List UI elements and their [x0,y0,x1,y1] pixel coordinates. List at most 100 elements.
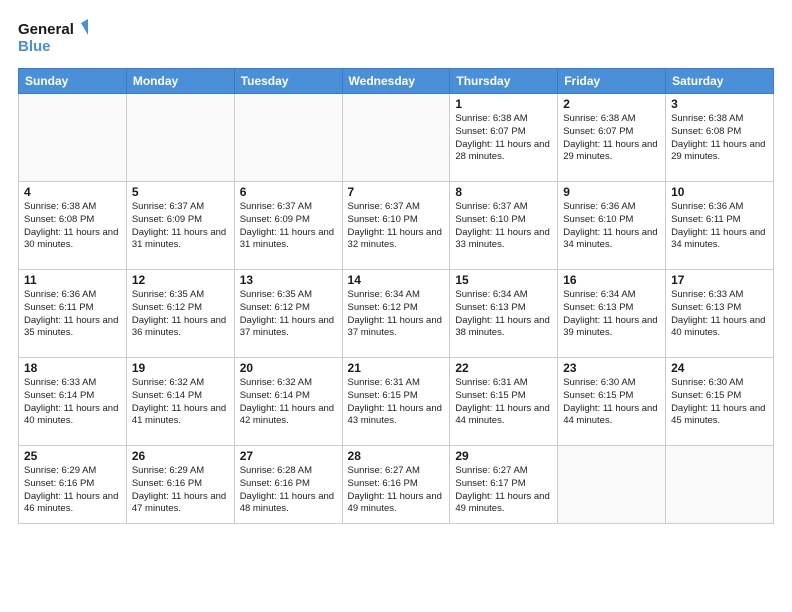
day-number: 23 [563,361,660,375]
day-number: 26 [132,449,229,463]
calendar-cell: 1Sunrise: 6:38 AM Sunset: 6:07 PM Daylig… [450,94,558,182]
weekday-header-tuesday: Tuesday [234,69,342,94]
header: General Blue [18,18,774,60]
calendar-cell [19,94,127,182]
day-info: Sunrise: 6:38 AM Sunset: 6:08 PM Dayligh… [671,113,768,164]
day-number: 19 [132,361,229,375]
calendar-cell: 25 Sunrise: 6:29 AM Sunset: 6:16 PM Dayli… [19,446,127,524]
day-number: 11 [24,273,121,287]
day-info: Sunrise: 6:33 AM Sunset: 6:13 PM Dayligh… [671,289,768,340]
calendar-cell [666,446,774,524]
calendar-cell: 21 Sunrise: 6:31 AM Sunset: 6:15 PM Dayli… [342,358,450,446]
calendar-cell: 13 Sunrise: 6:35 AM Sunset: 6:12 PM Dayli… [234,270,342,358]
day-info: Sunrise: 6:36 AM Sunset: 6:11 PM Dayligh… [24,289,121,340]
calendar-cell: 16Sunrise: 6:34 AM Sunset: 6:13 PM Dayli… [558,270,666,358]
weekday-header-wednesday: Wednesday [342,69,450,94]
day-number: 25 [24,449,121,463]
day-info: Sunrise: 6:38 AM Sunset: 6:08 PM Dayligh… [24,201,121,252]
calendar-cell: 27 Sunrise: 6:28 AM Sunset: 6:16 PM Dayli… [234,446,342,524]
day-info: Sunrise: 6:27 AM Sunset: 6:16 PM Dayligh… [348,465,445,516]
day-number: 14 [348,273,445,287]
day-number: 10 [671,185,768,199]
calendar-cell: 7 Sunrise: 6:37 AM Sunset: 6:10 PM Daylig… [342,182,450,270]
calendar-cell: 15 Sunrise: 6:34 AM Sunset: 6:13 PM Dayli… [450,270,558,358]
day-info: Sunrise: 6:29 AM Sunset: 6:16 PM Dayligh… [24,465,121,516]
logo-svg: General Blue [18,18,88,60]
calendar-cell: 4 Sunrise: 6:38 AM Sunset: 6:08 PM Daylig… [19,182,127,270]
calendar-cell: 23 Sunrise: 6:30 AM Sunset: 6:15 PM Dayli… [558,358,666,446]
calendar-cell: 20Sunrise: 6:32 AM Sunset: 6:14 PM Dayli… [234,358,342,446]
day-info: Sunrise: 6:34 AM Sunset: 6:12 PM Dayligh… [348,289,445,340]
day-info: Sunrise: 6:33 AM Sunset: 6:14 PM Dayligh… [24,377,121,428]
day-info: Sunrise: 6:30 AM Sunset: 6:15 PM Dayligh… [671,377,768,428]
weekday-header-thursday: Thursday [450,69,558,94]
day-info: Sunrise: 6:31 AM Sunset: 6:15 PM Dayligh… [348,377,445,428]
day-number: 3 [671,97,768,111]
day-number: 4 [24,185,121,199]
day-info: Sunrise: 6:35 AM Sunset: 6:12 PM Dayligh… [132,289,229,340]
calendar-cell: 12 Sunrise: 6:35 AM Sunset: 6:12 PM Dayli… [126,270,234,358]
calendar-cell: 5Sunrise: 6:37 AM Sunset: 6:09 PM Daylig… [126,182,234,270]
day-number: 27 [240,449,337,463]
day-number: 15 [455,273,552,287]
calendar-cell: 2 Sunrise: 6:38 AM Sunset: 6:07 PM Daylig… [558,94,666,182]
calendar-cell: 9 Sunrise: 6:36 AM Sunset: 6:10 PM Daylig… [558,182,666,270]
day-info: Sunrise: 6:30 AM Sunset: 6:15 PM Dayligh… [563,377,660,428]
weekday-header-sunday: Sunday [19,69,127,94]
calendar-cell: 28 Sunrise: 6:27 AM Sunset: 6:16 PM Dayli… [342,446,450,524]
calendar-cell: 29 Sunrise: 6:27 AM Sunset: 6:17 PM Dayli… [450,446,558,524]
calendar-cell: 22Sunrise: 6:31 AM Sunset: 6:15 PM Dayli… [450,358,558,446]
day-info: Sunrise: 6:35 AM Sunset: 6:12 PM Dayligh… [240,289,337,340]
calendar: SundayMondayTuesdayWednesdayThursdayFrid… [18,68,774,524]
calendar-cell: 3 Sunrise: 6:38 AM Sunset: 6:08 PM Daylig… [666,94,774,182]
day-info: Sunrise: 6:27 AM Sunset: 6:17 PM Dayligh… [455,465,552,516]
week-row-1: 1 Sunrise: 6:38 AM Sunset: 6:07 PM Daylig… [19,94,774,182]
week-row-5: 25 Sunrise: 6:29 AM Sunset: 6:16 PM Dayli… [19,446,774,524]
svg-text:Blue: Blue [18,38,51,55]
day-info: Sunrise: 6:38 AM Sunset: 6:07 PM Dayligh… [563,113,660,164]
calendar-cell [558,446,666,524]
day-number: 21 [348,361,445,375]
calendar-cell: 10 Sunrise: 6:36 AM Sunset: 6:11 PM Dayli… [666,182,774,270]
day-info: Sunrise: 6:36 AM Sunset: 6:11 PM Dayligh… [671,201,768,252]
day-number: 28 [348,449,445,463]
day-info: Sunrise: 6:37 AM Sunset: 6:10 PM Dayligh… [348,201,445,252]
calendar-cell [342,94,450,182]
day-info: Sunrise: 6:37 AM Sunset: 6:10 PM Dayligh… [455,201,552,252]
page: General Blue SundayMondayTuesdayWednesda… [0,0,792,612]
day-number: 2 [563,97,660,111]
day-info: Sunrise: 6:36 AM Sunset: 6:10 PM Dayligh… [563,201,660,252]
day-number: 6 [240,185,337,199]
svg-text:General: General [18,21,74,38]
day-info: Sunrise: 6:34 AM Sunset: 6:13 PM Dayligh… [455,289,552,340]
day-number: 18 [24,361,121,375]
calendar-cell: 11 Sunrise: 6:36 AM Sunset: 6:11 PM Dayli… [19,270,127,358]
day-number: 22 [455,361,552,375]
day-number: 13 [240,273,337,287]
day-number: 9 [563,185,660,199]
day-number: 7 [348,185,445,199]
day-info: Sunrise: 6:32 AM Sunset: 6:14 PM Dayligh… [132,377,229,428]
day-number: 12 [132,273,229,287]
day-number: 29 [455,449,552,463]
day-info: Sunrise: 6:28 AM Sunset: 6:16 PM Dayligh… [240,465,337,516]
weekday-header-row: SundayMondayTuesdayWednesdayThursdayFrid… [19,69,774,94]
day-info: Sunrise: 6:29 AM Sunset: 6:16 PM Dayligh… [132,465,229,516]
weekday-header-saturday: Saturday [666,69,774,94]
weekday-header-friday: Friday [558,69,666,94]
calendar-cell: 14 Sunrise: 6:34 AM Sunset: 6:12 PM Dayli… [342,270,450,358]
weekday-header-monday: Monday [126,69,234,94]
day-number: 1 [455,97,552,111]
week-row-3: 11 Sunrise: 6:36 AM Sunset: 6:11 PM Dayli… [19,270,774,358]
calendar-cell [234,94,342,182]
week-row-2: 4 Sunrise: 6:38 AM Sunset: 6:08 PM Daylig… [19,182,774,270]
calendar-cell: 26 Sunrise: 6:29 AM Sunset: 6:16 PM Dayli… [126,446,234,524]
calendar-cell: 18 Sunrise: 6:33 AM Sunset: 6:14 PM Dayli… [19,358,127,446]
day-number: 16 [563,273,660,287]
day-info: Sunrise: 6:37 AM Sunset: 6:09 PM Dayligh… [240,201,337,252]
calendar-cell: 19 Sunrise: 6:32 AM Sunset: 6:14 PM Dayli… [126,358,234,446]
calendar-cell: 24Sunrise: 6:30 AM Sunset: 6:15 PM Dayli… [666,358,774,446]
day-number: 20 [240,361,337,375]
logo: General Blue [18,18,88,60]
calendar-cell [126,94,234,182]
